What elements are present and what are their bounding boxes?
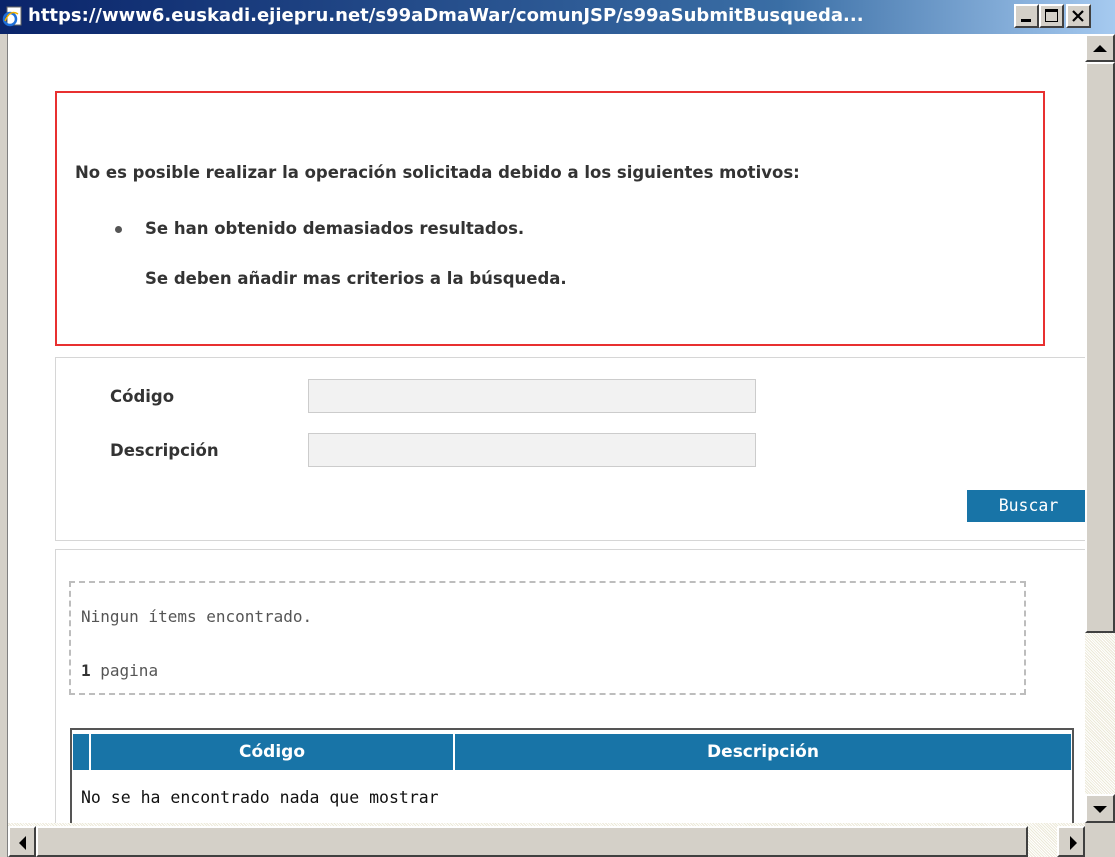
error-box: No es posible realizar la operación soli… xyxy=(55,91,1045,346)
minimize-icon xyxy=(1021,19,1031,22)
page-count-label: pagina xyxy=(90,661,159,680)
results-status: Ningun ítems encontrado. xyxy=(81,607,313,626)
arrow-up-icon xyxy=(1093,45,1107,52)
descripcion-label: Descripción xyxy=(110,441,219,460)
column-header-descripcion[interactable]: Descripción xyxy=(455,734,1071,770)
error-title: No es posible realizar la operación soli… xyxy=(75,163,800,182)
scrollbar-corner xyxy=(1085,823,1115,857)
vertical-scroll-thumb[interactable] xyxy=(1085,62,1115,633)
maximize-icon xyxy=(1045,9,1058,22)
empty-table-message: No se ha encontrado nada que mostrar xyxy=(81,788,439,807)
maximize-button[interactable] xyxy=(1039,4,1064,28)
page-count-number: 1 xyxy=(81,661,91,680)
results-table: Código Descripción No se ha encontrado n… xyxy=(70,728,1074,823)
scroll-up-button[interactable] xyxy=(1085,34,1115,62)
table-header: Código Descripción xyxy=(73,734,1071,770)
bullet-icon xyxy=(115,226,122,233)
error-message: Se han obtenido demasiados resultados. xyxy=(145,219,525,238)
window-frame-left xyxy=(0,34,8,857)
scroll-left-button[interactable] xyxy=(8,826,36,857)
ie-page-icon xyxy=(2,6,22,27)
close-icon xyxy=(1072,10,1084,22)
vertical-scrollbar[interactable] xyxy=(1085,34,1115,823)
popup-window: https://www6.euskadi.ejiepru.net/s99aDma… xyxy=(0,0,1115,857)
minimize-button[interactable] xyxy=(1014,4,1039,28)
arrow-down-icon xyxy=(1093,806,1107,813)
search-button[interactable]: Buscar xyxy=(966,489,1085,523)
close-button[interactable] xyxy=(1066,4,1091,28)
pagination-box: Ningun ítems encontrado. 1 pagina xyxy=(69,581,1026,695)
column-header-codigo[interactable]: Código xyxy=(91,734,455,770)
error-hint: Se deben añadir mas criterios a la búsqu… xyxy=(145,269,567,288)
results-panel: Ningun ítems encontrado. 1 pagina Código… xyxy=(55,549,1085,823)
page-count: 1 pagina xyxy=(81,661,158,680)
horizontal-scroll-thumb[interactable] xyxy=(36,826,1028,857)
select-column-header[interactable] xyxy=(73,734,91,770)
codigo-input[interactable] xyxy=(308,379,756,413)
scroll-down-button[interactable] xyxy=(1085,794,1115,823)
title-bar[interactable]: https://www6.euskadi.ejiepru.net/s99aDma… xyxy=(0,0,1115,34)
page-content: No es posible realizar la operación soli… xyxy=(8,34,1085,823)
arrow-right-icon xyxy=(1070,836,1077,850)
scroll-right-button[interactable] xyxy=(1057,826,1085,857)
arrow-left-icon xyxy=(19,836,26,850)
search-form: Código Descripción Buscar xyxy=(55,357,1085,541)
descripcion-input[interactable] xyxy=(308,433,756,467)
codigo-label: Código xyxy=(110,387,175,406)
window-title: https://www6.euskadi.ejiepru.net/s99aDma… xyxy=(28,5,864,26)
horizontal-scrollbar[interactable] xyxy=(8,823,1085,857)
